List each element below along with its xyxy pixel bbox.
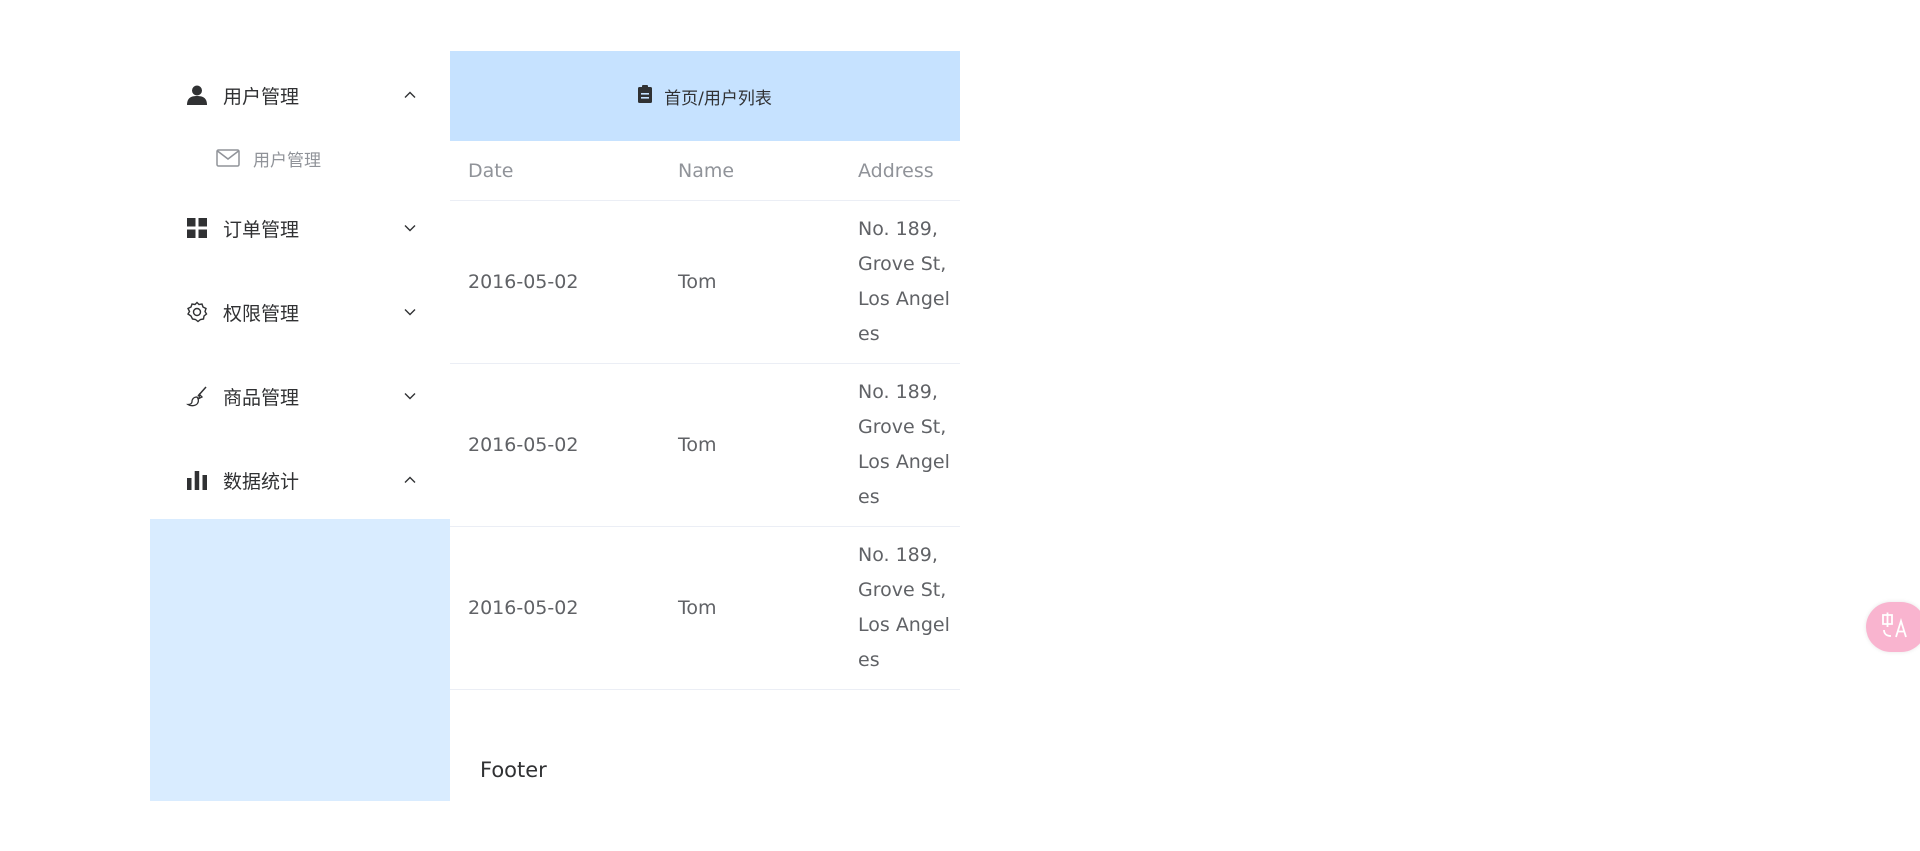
menu-label: 订单管理 (223, 218, 300, 241)
bar-chart-icon (186, 469, 208, 491)
main-content: 首页/用户列表 Date Name Address 2016-05-02 Tom… (450, 51, 960, 801)
table-row[interactable]: 2016-05-02 Tom No. 189, Grove St, Los An… (450, 201, 960, 364)
gear-icon (186, 301, 208, 323)
translate-button[interactable] (1866, 602, 1920, 652)
submenu-panel-empty (150, 519, 450, 801)
menu-label: 权限管理 (223, 302, 300, 325)
menu-label: 用户管理 (223, 85, 300, 108)
chevron-up-icon (402, 472, 418, 488)
menu-data-statistics[interactable]: 数据统计 (150, 452, 450, 508)
breadcrumb: 首页/用户列表 (638, 84, 772, 109)
footer-text: Footer (480, 758, 547, 782)
sidebar: 用户管理 用户管理 订单管理 权限管理 商品管理 数据统计 (150, 51, 450, 801)
chevron-down-icon (402, 220, 418, 236)
cell-name: Tom (678, 597, 717, 619)
header: 首页/用户列表 (450, 51, 960, 141)
submenu-user-management[interactable]: 用户管理 (150, 133, 450, 183)
column-header-date[interactable]: Date (468, 141, 513, 200)
chevron-down-icon (402, 388, 418, 404)
grid-icon (186, 217, 208, 239)
chevron-up-icon (402, 87, 418, 103)
menu-user-management[interactable]: 用户管理 (150, 67, 450, 123)
user-icon (186, 84, 208, 106)
cell-name: Tom (678, 434, 717, 456)
cell-date: 2016-05-02 (468, 434, 579, 456)
menu-permission-management[interactable]: 权限管理 (150, 284, 450, 340)
menu-order-management[interactable]: 订单管理 (150, 200, 450, 256)
cell-name: Tom (678, 271, 717, 293)
cell-address: No. 189, Grove St, Los Angeles (858, 544, 950, 671)
clipboard-icon (638, 84, 653, 108)
cell-address: No. 189, Grove St, Los Angeles (858, 218, 950, 345)
menu-label: 数据统计 (223, 470, 300, 493)
table-row[interactable]: 2016-05-02 Tom No. 189, Grove St, Los An… (450, 527, 960, 690)
cell-date: 2016-05-02 (468, 597, 579, 619)
cell-address: No. 189, Grove St, Los Angeles (858, 381, 950, 508)
user-table: Date Name Address 2016-05-02 Tom No. 189… (450, 141, 960, 690)
column-header-name[interactable]: Name (678, 141, 734, 200)
menu-product-management[interactable]: 商品管理 (150, 368, 450, 424)
submenu-label: 用户管理 (253, 150, 321, 171)
footer: Footer (450, 740, 960, 800)
chevron-down-icon (402, 304, 418, 320)
table-header: Date Name Address (450, 141, 960, 201)
breadcrumb-text: 首页/用户列表 (664, 88, 772, 109)
column-header-address[interactable]: Address (858, 141, 934, 200)
mail-icon (216, 148, 240, 168)
menu-label: 商品管理 (223, 386, 300, 409)
table-row[interactable]: 2016-05-02 Tom No. 189, Grove St, Los An… (450, 364, 960, 527)
translate-icon (1880, 611, 1910, 643)
brush-icon (186, 385, 208, 407)
cell-date: 2016-05-02 (468, 271, 579, 293)
